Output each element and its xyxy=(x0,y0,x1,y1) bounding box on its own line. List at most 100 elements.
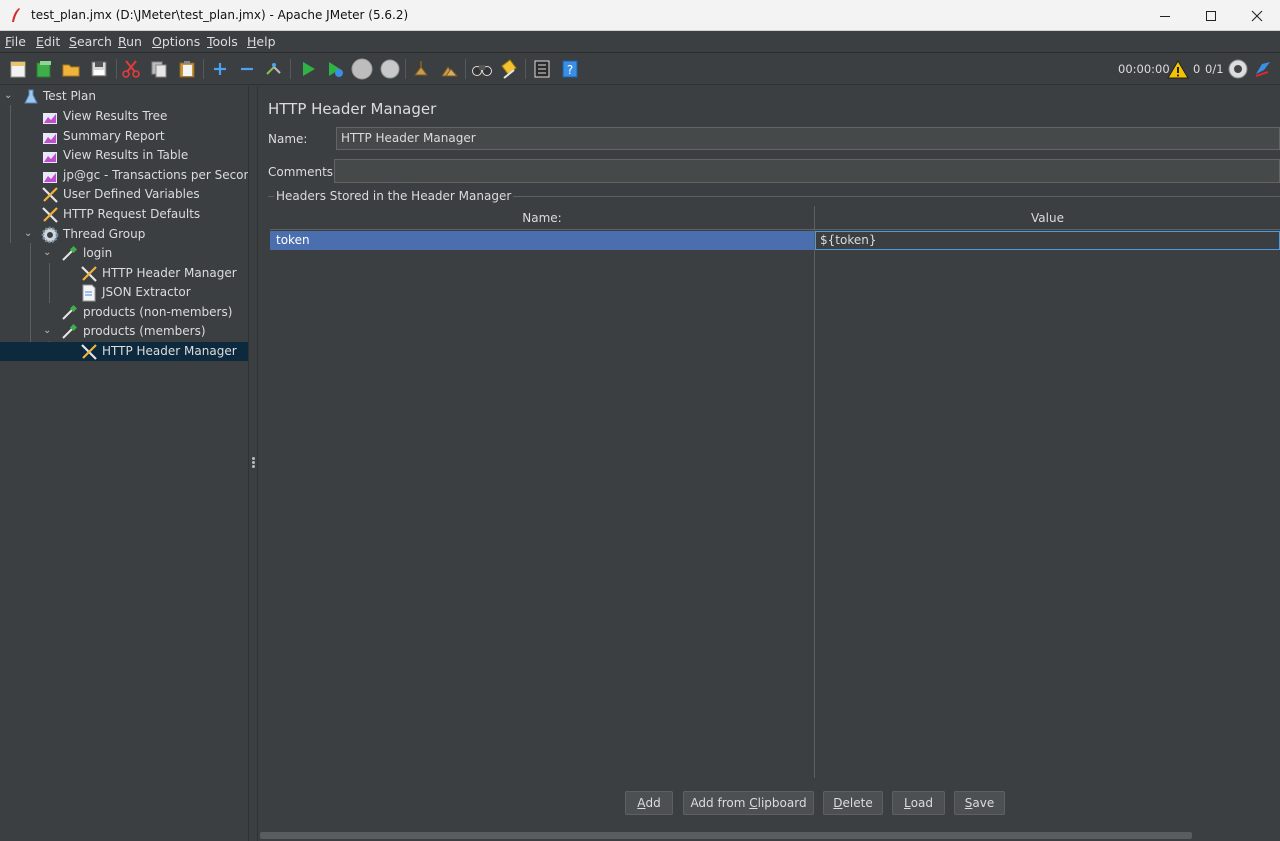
logo-button[interactable] xyxy=(1251,57,1275,81)
help-button[interactable]: ? xyxy=(558,57,582,81)
list-icon xyxy=(534,60,550,78)
eraser-icon xyxy=(501,59,517,79)
toolbar-separator xyxy=(116,59,117,79)
warning-icon xyxy=(1167,60,1189,79)
scrollbar-thumb[interactable] xyxy=(260,832,1192,839)
tree-node-view-results-tree[interactable]: View Results Tree xyxy=(0,107,248,126)
header-value-cell[interactable]: ${token} xyxy=(815,231,1280,250)
thread-count: 0/1 xyxy=(1205,62,1224,76)
templates-button[interactable] xyxy=(32,57,56,81)
collapse-toggle-icon[interactable]: ⌄ xyxy=(43,246,55,260)
tree-node-thread-group[interactable]: ⌄ Thread Group xyxy=(0,225,248,244)
copy-button[interactable] xyxy=(147,57,171,81)
menu-run[interactable]: Run xyxy=(118,34,142,49)
menu-file[interactable]: File xyxy=(5,34,26,49)
load-button[interactable]: Load xyxy=(892,791,945,815)
tree-node-members-header-manager[interactable]: HTTP Header Manager xyxy=(0,342,248,361)
search-button[interactable] xyxy=(470,57,494,81)
toolbar-separator xyxy=(465,59,466,79)
open-button[interactable] xyxy=(59,57,83,81)
maximize-icon xyxy=(1206,10,1216,21)
warnings-button[interactable] xyxy=(1166,57,1190,81)
jmeter-feather-icon xyxy=(12,8,20,22)
tree-node-http-request-defaults[interactable]: HTTP Request Defaults xyxy=(0,205,248,224)
reset-search-button[interactable] xyxy=(497,57,521,81)
tree-node-products-non-members[interactable]: products (non-members) xyxy=(0,303,248,322)
pipette-icon xyxy=(62,323,78,339)
stop-button[interactable] xyxy=(350,57,374,81)
elapsed-timer: 00:00:00 xyxy=(1118,62,1170,76)
tree-node-json-extractor[interactable]: JSON Extractor xyxy=(0,283,248,302)
menu-options[interactable]: Options xyxy=(152,34,200,49)
paste-button[interactable] xyxy=(175,57,199,81)
clear-button[interactable] xyxy=(409,57,433,81)
tree-node-login-header-manager[interactable]: HTTP Header Manager xyxy=(0,264,248,283)
split-pane-divider[interactable] xyxy=(248,86,258,841)
folder-open-icon xyxy=(62,64,80,77)
new-button[interactable] xyxy=(6,57,30,81)
tree-node-summary-report[interactable]: Summary Report xyxy=(0,127,248,146)
maximize-button[interactable] xyxy=(1188,0,1234,31)
tree-node-view-results-in-table[interactable]: View Results in Table xyxy=(0,146,248,165)
broom-all-icon xyxy=(441,66,459,77)
table-row[interactable]: token ${token} xyxy=(270,231,1280,250)
add-button[interactable]: Add xyxy=(625,791,673,815)
collapse-toggle-icon[interactable]: ⌄ xyxy=(24,227,36,241)
column-divider xyxy=(814,206,815,778)
toggle-icon xyxy=(266,63,281,75)
tree-node-login[interactable]: ⌄ login xyxy=(0,244,248,263)
tools-icon xyxy=(81,344,97,360)
tree-node-test-plan[interactable]: ⌄ Test Plan xyxy=(0,87,248,106)
menu-edit[interactable]: Edit xyxy=(36,34,60,49)
chart-icon xyxy=(43,113,57,124)
tree-node-user-defined-variables[interactable]: User Defined Variables xyxy=(0,185,248,204)
grip-dot xyxy=(252,465,255,468)
close-button[interactable] xyxy=(1234,0,1280,31)
svg-text:?: ? xyxy=(567,63,573,77)
collapse-toggle-icon[interactable]: ⌄ xyxy=(4,89,16,103)
start-no-pauses-button[interactable] xyxy=(323,57,347,81)
column-header-value[interactable]: Value xyxy=(815,206,1280,230)
name-field[interactable]: HTTP Header Manager xyxy=(336,127,1280,150)
broom-icon xyxy=(414,61,428,76)
menu-tools[interactable]: Tools xyxy=(207,34,238,49)
tree-node-products-members[interactable]: ⌄ products (members) xyxy=(0,322,248,341)
jmeter-logo-icon xyxy=(1255,62,1270,77)
save-toolbar-button[interactable] xyxy=(87,57,111,81)
window-title: test_plan.jmx (D:\JMeter\test_plan.jmx) … xyxy=(31,8,409,22)
tools-icon xyxy=(42,207,58,223)
play-icon xyxy=(303,62,315,76)
pipette-icon xyxy=(62,304,78,320)
horizontal-scrollbar[interactable] xyxy=(258,830,1280,841)
menu-search[interactable]: Search xyxy=(69,34,112,49)
comments-label: Comments: xyxy=(268,165,338,179)
cut-button[interactable] xyxy=(119,57,143,81)
delete-button[interactable]: Delete xyxy=(823,791,883,815)
start-button[interactable] xyxy=(296,57,320,81)
tools-icon xyxy=(81,266,97,282)
menu-help[interactable]: Help xyxy=(247,34,276,49)
collapse-all-button[interactable] xyxy=(235,57,259,81)
chart-icon xyxy=(43,152,57,163)
shutdown-button[interactable] xyxy=(378,57,402,81)
expand-all-button[interactable] xyxy=(208,57,232,81)
column-header-name[interactable]: Name: xyxy=(270,206,814,230)
add-from-clipboard-button[interactable]: Add from Clipboard xyxy=(683,791,814,815)
clear-all-button[interactable] xyxy=(437,57,461,81)
paste-icon xyxy=(179,61,195,78)
save-button[interactable]: Save xyxy=(954,791,1005,815)
header-name-cell[interactable]: token xyxy=(270,231,814,250)
minus-icon xyxy=(241,67,253,71)
remote-status-button[interactable] xyxy=(1226,57,1250,81)
minimize-button[interactable] xyxy=(1142,0,1188,31)
tree-node-transactions-per-second[interactable]: jp@gc - Transactions per Second xyxy=(0,166,259,185)
comments-field[interactable] xyxy=(334,159,1280,183)
pipette-icon xyxy=(62,245,78,261)
shutdown-icon xyxy=(380,59,400,79)
toggle-button[interactable] xyxy=(262,57,286,81)
function-helper-button[interactable] xyxy=(530,57,554,81)
stop-icon xyxy=(351,58,373,80)
collapse-toggle-icon[interactable]: ⌄ xyxy=(43,324,55,338)
minimize-icon xyxy=(1160,15,1170,17)
close-icon xyxy=(1251,10,1263,21)
